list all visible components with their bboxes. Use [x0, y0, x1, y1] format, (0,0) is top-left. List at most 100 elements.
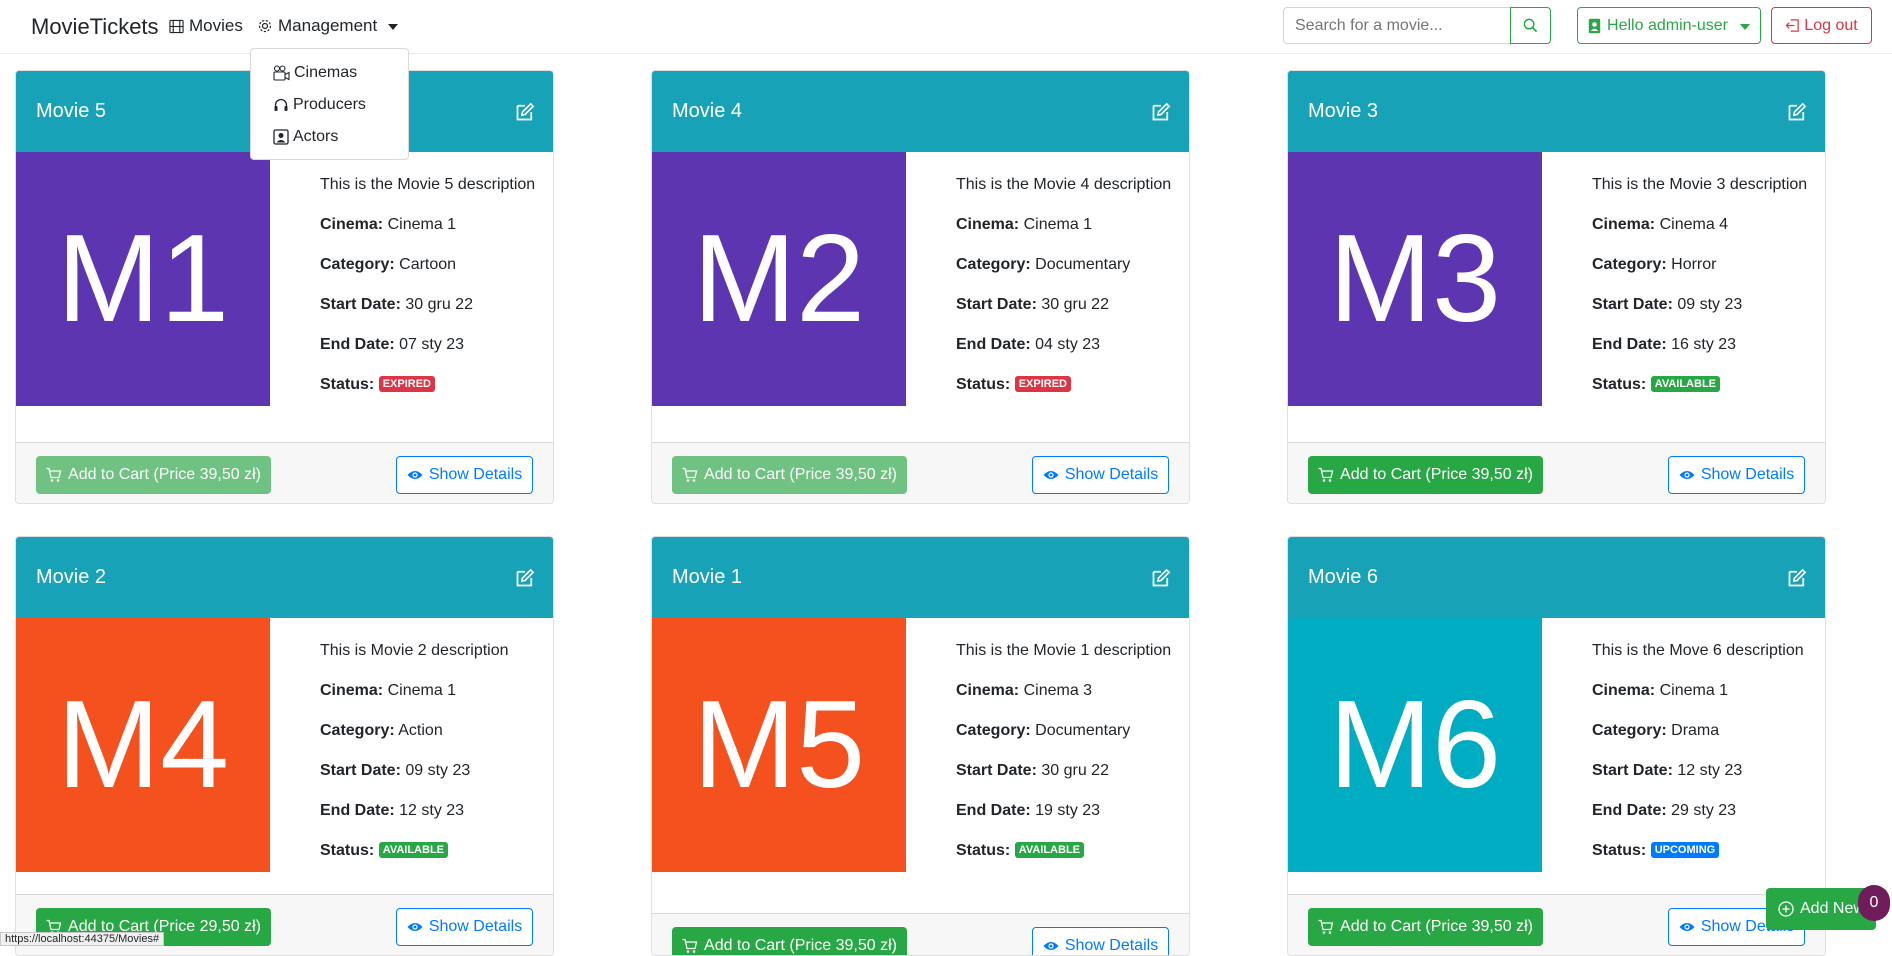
show-details-button[interactable]: Show Details: [1668, 456, 1805, 494]
film-icon: [169, 19, 184, 33]
movie-poster[interactable]: M2: [652, 152, 906, 406]
navbar: MovieTickets Movies Management Hello adm…: [0, 0, 1892, 54]
movie-poster[interactable]: M4: [16, 618, 270, 872]
movie-card: Movie 6 M6 This is the Move 6 descriptio…: [1287, 536, 1826, 956]
movie-poster[interactable]: M6: [1288, 618, 1542, 872]
category-label: Category:: [320, 256, 395, 273]
menu-item-cinemas[interactable]: Cinemas: [251, 57, 408, 89]
cinema-label: Cinema:: [320, 216, 384, 233]
cart-count-badge[interactable]: 0: [1858, 885, 1890, 921]
end-date-row: End Date: 12 sty 23: [320, 799, 545, 823]
cart-icon: [682, 938, 698, 953]
edit-icon[interactable]: [515, 102, 535, 122]
cinema-row: Cinema: Cinema 1: [1592, 679, 1817, 703]
show-details-label: Show Details: [428, 918, 523, 935]
movie-title: Movie 1: [672, 566, 743, 588]
search-input[interactable]: [1283, 7, 1511, 44]
cinema-row: Cinema: Cinema 1: [956, 213, 1181, 237]
status-bar-url: https://localhost:44375/Movies#: [0, 932, 165, 946]
add-to-cart-button[interactable]: Add to Cart (Price 39,50 zł): [672, 927, 907, 955]
movie-description: This is Movie 2 description: [320, 642, 509, 659]
card-header: Movie 6: [1288, 537, 1825, 618]
category-row: Category: Action: [320, 719, 545, 743]
movie-poster[interactable]: M1: [16, 152, 270, 406]
end-date-label: End Date:: [956, 802, 1031, 819]
nav-movies-label: Movies: [189, 16, 243, 35]
end-date-label: End Date:: [320, 802, 395, 819]
add-to-cart-button[interactable]: Add to Cart (Price 39,50 zł): [36, 456, 271, 494]
movie-description: This is the Movie 3 description: [1592, 176, 1808, 193]
show-details-label: Show Details: [1700, 466, 1795, 483]
logout-icon: [1785, 19, 1800, 32]
nav-management-dropdown[interactable]: Management: [257, 16, 399, 36]
movie-card: Movie 1 M5 This is the Movie 1 descripti…: [651, 536, 1190, 956]
brand-link[interactable]: MovieTickets: [31, 14, 159, 40]
nav-movies[interactable]: Movies: [169, 16, 243, 36]
show-details-button[interactable]: Show Details: [396, 456, 533, 494]
movie-poster[interactable]: M5: [652, 618, 906, 872]
status-row: Status: AVAILABLE: [956, 839, 1181, 863]
search-button[interactable]: [1510, 7, 1551, 44]
cinema-value: Cinema 3: [1023, 682, 1093, 699]
user-menu-button[interactable]: Hello admin-user: [1577, 7, 1761, 44]
logout-button[interactable]: Log out: [1771, 7, 1872, 44]
end-date-value: 29 sty 23: [1671, 802, 1737, 819]
edit-icon[interactable]: [515, 568, 535, 588]
add-to-cart-button[interactable]: Add to Cart (Price 39,50 zł): [672, 456, 907, 494]
start-date-row: Start Date: 09 sty 23: [320, 759, 545, 783]
category-label: Category:: [1592, 722, 1667, 739]
add-to-cart-button[interactable]: Add to Cart (Price 39,50 zł): [1308, 456, 1543, 494]
category-value: Cartoon: [399, 256, 457, 273]
status-badge: AVAILABLE: [1014, 842, 1084, 858]
card-footer: Add to Cart (Price 39,50 zł) Show Detail…: [1288, 442, 1825, 503]
card-body: M4 This is Movie 2 description Cinema: C…: [16, 618, 553, 889]
card-body: M3 This is the Movie 3 description Cinem…: [1288, 152, 1825, 447]
show-details-label: Show Details: [428, 466, 523, 483]
card-footer: Add to Cart (Price 39,50 zł) Show Detail…: [1288, 894, 1825, 955]
cinema-row: Cinema: Cinema 4: [1592, 213, 1817, 237]
plus-circle-icon: [1778, 901, 1794, 917]
eye-icon: [1679, 923, 1695, 931]
edit-icon[interactable]: [1151, 568, 1171, 588]
card-header: Movie 3: [1288, 71, 1825, 152]
add-to-cart-button[interactable]: Add to Cart (Price 39,50 zł): [1308, 908, 1543, 946]
category-value: Documentary: [1035, 256, 1131, 273]
movie-info: This is the Movie 1 description Cinema: …: [956, 618, 1181, 863]
start-date-label: Start Date:: [956, 762, 1037, 779]
movie-title: Movie 3: [1308, 100, 1379, 122]
cinema-row: Cinema: Cinema 1: [320, 679, 545, 703]
cart-icon: [1318, 467, 1334, 482]
edit-icon[interactable]: [1787, 568, 1807, 588]
show-details-button[interactable]: Show Details: [396, 908, 533, 946]
movie-title: Movie 2: [36, 566, 107, 588]
show-details-button[interactable]: Show Details: [1032, 456, 1169, 494]
status-label: Status:: [956, 842, 1011, 859]
show-details-button[interactable]: Show Details: [1032, 927, 1169, 955]
card-footer: Add to Cart (Price 39,50 zł) Show Detail…: [652, 442, 1189, 503]
category-row: Category: Documentary: [956, 253, 1181, 277]
card-footer: Add to Cart (Price 39,50 zł) Show Detail…: [16, 442, 553, 503]
movie-poster[interactable]: M3: [1288, 152, 1542, 406]
edit-icon[interactable]: [1787, 102, 1807, 122]
category-label: Category:: [320, 722, 395, 739]
start-date-value: 09 sty 23: [1677, 296, 1743, 313]
category-row: Category: Horror: [1592, 253, 1817, 277]
cinema-icon: [273, 65, 290, 81]
edit-icon[interactable]: [1151, 102, 1171, 122]
status-label: Status:: [1592, 842, 1647, 859]
movie-description: This is the Move 6 description: [1592, 642, 1804, 659]
movie-title: Movie 5: [36, 100, 107, 122]
menu-item-producers[interactable]: Producers: [251, 89, 408, 121]
category-value: Action: [398, 722, 443, 739]
end-date-value: 19 sty 23: [1035, 802, 1101, 819]
headset-icon: [274, 98, 288, 111]
end-date-value: 16 sty 23: [1671, 336, 1737, 353]
category-value: Horror: [1671, 256, 1717, 273]
person-badge-icon: [273, 129, 289, 145]
menu-item-label: Cinemas: [294, 64, 358, 81]
status-badge: EXPIRED: [1014, 376, 1071, 392]
management-dropdown-menu: Cinemas Producers Actors: [250, 48, 409, 160]
card-body: M5 This is the Movie 1 description Cinem…: [652, 618, 1189, 913]
menu-item-actors[interactable]: Actors: [251, 121, 408, 153]
end-date-value: 07 sty 23: [399, 336, 465, 353]
